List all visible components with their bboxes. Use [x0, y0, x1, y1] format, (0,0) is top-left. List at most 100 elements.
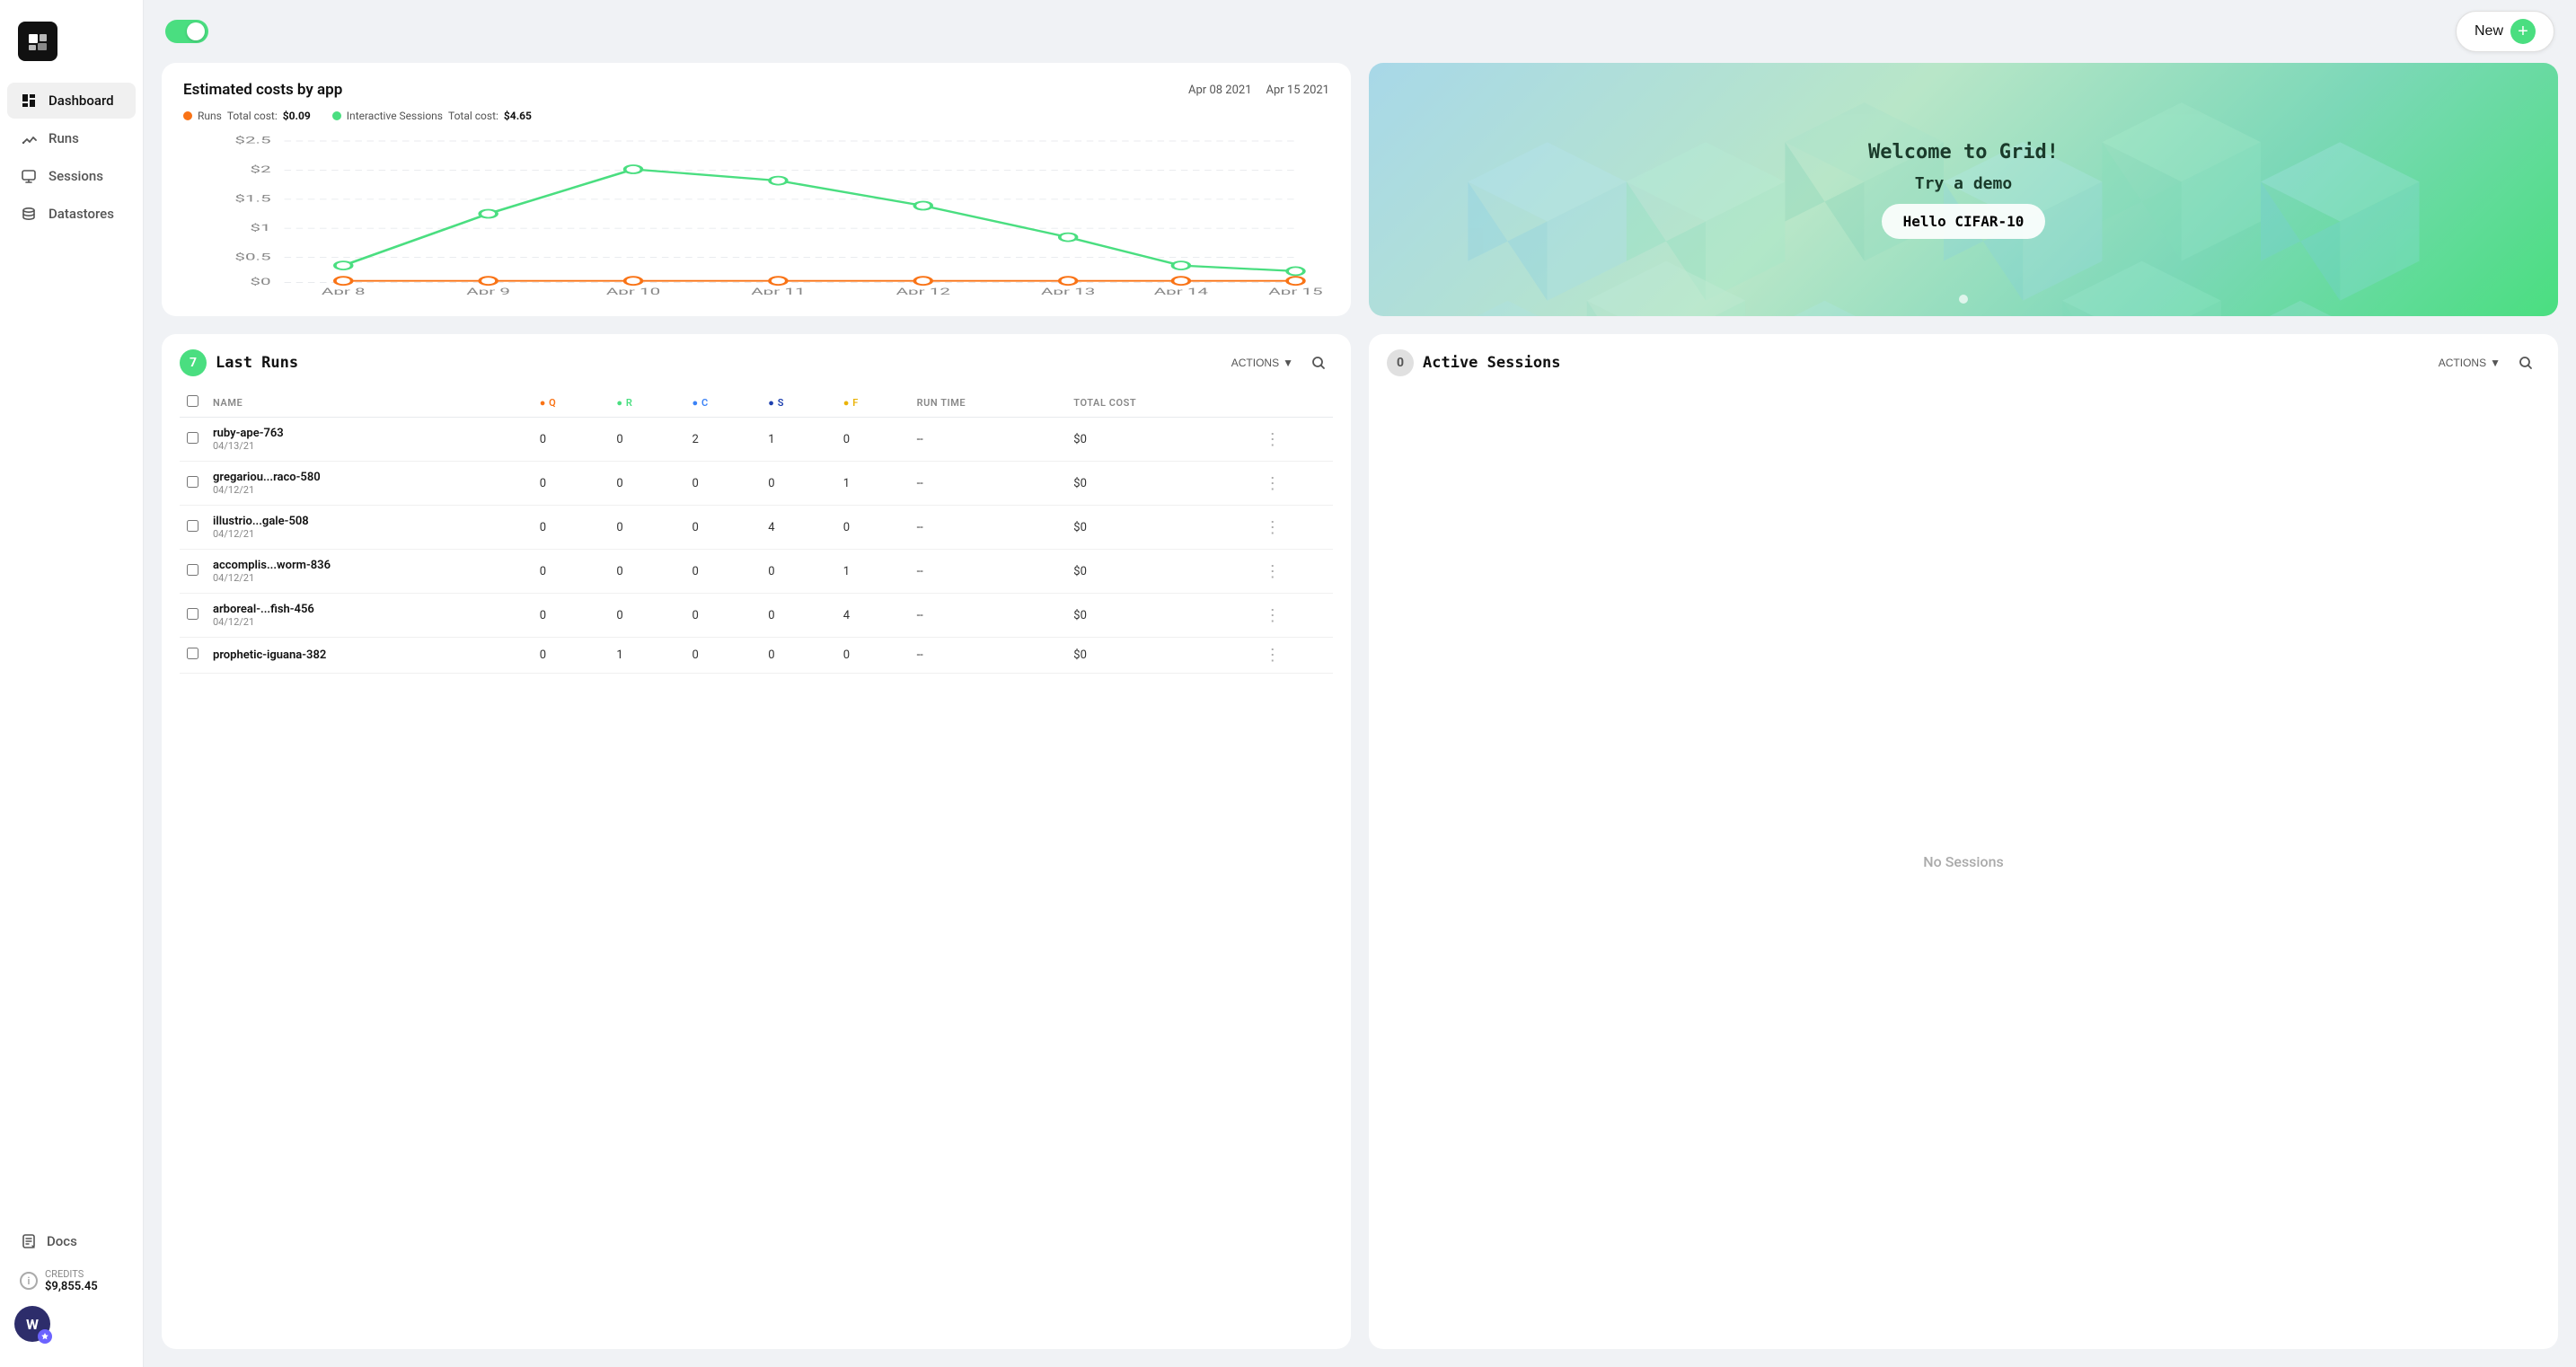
credits-amount: $9,855.45 [45, 1280, 98, 1293]
sidebar-item-label: Datastores [49, 206, 114, 222]
run-r-0: 0 [609, 418, 684, 462]
sessions-search-button[interactable] [2511, 348, 2540, 377]
table-row: prophetic-iguana-382 0 1 0 0 0 -- $0 ⋮ [180, 638, 1333, 674]
welcome-card: Welcome to Grid! Try a demo Hello CIFAR-… [1369, 63, 2558, 316]
toggle-knob [187, 22, 205, 40]
run-q-4: 0 [533, 594, 610, 638]
cost-chart-card: Estimated costs by app Apr 08 2021 Apr 1… [162, 63, 1351, 316]
run-s-1: 0 [761, 462, 836, 506]
run-r-4: 0 [609, 594, 684, 638]
run-date-3: 04/12/21 [213, 572, 525, 584]
legend-runs-cost-label: Total cost: [227, 110, 278, 122]
user-avatar[interactable]: W [14, 1306, 50, 1342]
run-c-3: 0 [685, 550, 762, 594]
row-checkbox-2[interactable] [187, 520, 198, 532]
credits-label: CREDITS [45, 1268, 98, 1280]
run-c-2: 0 [685, 506, 762, 550]
last-runs-card: 7 Last Runs ACTIONS ▼ [162, 334, 1351, 1349]
col-c: ● C [685, 388, 762, 418]
welcome-demo-button[interactable]: Hello CIFAR-10 [1882, 204, 2046, 239]
sidebar-item-label: Runs [49, 130, 79, 146]
runs-search-button[interactable] [1304, 348, 1333, 377]
sidebar-item-runs[interactable]: Runs [7, 120, 136, 156]
legend-runs-cost: $0.09 [283, 110, 311, 122]
run-c-4: 0 [685, 594, 762, 638]
credits-section: i CREDITS $9,855.45 [14, 1265, 128, 1297]
svg-text:Apr 12: Apr 12 [896, 287, 950, 295]
svg-text:Apr 14: Apr 14 [1154, 287, 1208, 295]
new-button-label: New [2475, 23, 2503, 40]
runs-actions-button[interactable]: ACTIONS ▼ [1231, 357, 1293, 369]
sidebar-item-docs[interactable]: Docs [14, 1227, 128, 1256]
run-time-4: -- [910, 594, 1067, 638]
run-cost-4: $0 [1066, 594, 1257, 638]
sessions-actions-label: ACTIONS [2439, 357, 2486, 369]
new-button[interactable]: New + [2456, 11, 2554, 52]
run-r-3: 0 [609, 550, 684, 594]
run-more-btn-2[interactable]: ⋮ [1265, 519, 1281, 535]
avatar-initial: W [26, 1316, 39, 1333]
col-name: NAME [206, 388, 533, 418]
row-checkbox-5[interactable] [187, 648, 198, 659]
sidebar-item-dashboard[interactable]: Dashboard [7, 83, 136, 119]
svg-text:Apr 10: Apr 10 [606, 287, 660, 295]
row-checkbox-1[interactable] [187, 476, 198, 488]
run-q-5: 0 [533, 638, 610, 674]
chart-header: Estimated costs by app Apr 08 2021 Apr 1… [183, 81, 1329, 99]
run-f-5: 0 [836, 638, 910, 674]
sidebar-item-sessions[interactable]: Sessions [7, 158, 136, 194]
welcome-title: Welcome to Grid! [1868, 141, 2059, 163]
row-checkbox-0[interactable] [187, 432, 198, 444]
run-time-0: -- [910, 418, 1067, 462]
run-more-btn-0[interactable]: ⋮ [1265, 431, 1281, 447]
run-s-3: 0 [761, 550, 836, 594]
run-name-2: illustrio...gale-508 [213, 515, 525, 528]
col-r: ● R [609, 388, 684, 418]
table-row: ruby-ape-763 04/13/21 0 0 2 1 0 -- $0 ⋮ [180, 418, 1333, 462]
runs-table: NAME ● Q ● R ● C ● S ● F RUN TIME TOTAL … [180, 388, 1333, 674]
run-more-btn-3[interactable]: ⋮ [1265, 563, 1281, 579]
date-end: Apr 15 2021 [1266, 84, 1329, 97]
legend-sessions-label: Interactive Sessions [347, 110, 443, 122]
col-run-time: RUN TIME [910, 388, 1067, 418]
active-sessions-card: 0 Active Sessions ACTIONS ▼ [1369, 334, 2558, 1349]
new-plus-icon: + [2510, 19, 2536, 44]
run-date-2: 04/12/21 [213, 528, 525, 540]
sessions-icon [20, 167, 38, 185]
run-more-btn-1[interactable]: ⋮ [1265, 475, 1281, 491]
svg-text:$0: $0 [250, 277, 270, 287]
run-more-btn-4[interactable]: ⋮ [1265, 607, 1281, 623]
run-q-0: 0 [533, 418, 610, 462]
run-time-5: -- [910, 638, 1067, 674]
svg-text:$0.5: $0.5 [234, 251, 270, 262]
col-q: ● Q [533, 388, 610, 418]
run-f-1: 1 [836, 462, 910, 506]
run-name-4: arboreal-...fish-456 [213, 603, 525, 616]
sidebar-item-datastores[interactable]: Datastores [7, 196, 136, 232]
legend-sessions-cost: $4.65 [504, 110, 532, 122]
run-f-4: 4 [836, 594, 910, 638]
run-r-2: 0 [609, 506, 684, 550]
welcome-content: Welcome to Grid! Try a demo Hello CIFAR-… [1868, 141, 2059, 239]
welcome-subtitle: Try a demo [1915, 174, 2012, 193]
sessions-actions-button[interactable]: ACTIONS ▼ [2439, 357, 2501, 369]
runs-card-header: 7 Last Runs ACTIONS ▼ [180, 348, 1333, 377]
row-checkbox-4[interactable] [187, 608, 198, 620]
run-s-2: 4 [761, 506, 836, 550]
run-more-btn-5[interactable]: ⋮ [1265, 647, 1281, 663]
run-s-0: 1 [761, 418, 836, 462]
toggle-switch[interactable] [165, 20, 208, 43]
chart-legend: Runs Total cost: $0.09 Interactive Sessi… [183, 110, 1329, 122]
col-f: ● F [836, 388, 910, 418]
run-date-4: 04/12/21 [213, 616, 525, 628]
docs-icon [20, 1232, 38, 1250]
run-name-3: accomplis...worm-836 [213, 559, 525, 572]
svg-text:$1: $1 [250, 223, 270, 234]
run-name-1: gregariou...raco-580 [213, 471, 525, 484]
run-c-1: 0 [685, 462, 762, 506]
runs-icon [20, 129, 38, 147]
table-row: illustrio...gale-508 04/12/21 0 0 0 4 0 … [180, 506, 1333, 550]
row-checkbox-3[interactable] [187, 564, 198, 576]
select-all-checkbox[interactable] [187, 395, 198, 407]
dashboard-grid: Estimated costs by app Apr 08 2021 Apr 1… [144, 63, 2576, 1367]
